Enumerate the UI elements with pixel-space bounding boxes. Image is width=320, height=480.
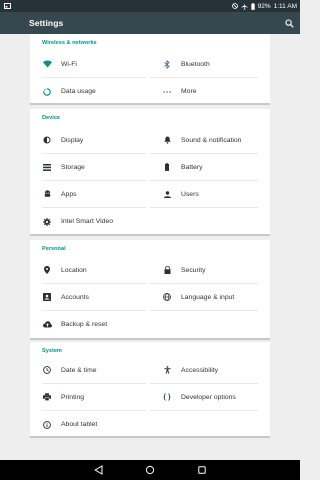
settings-item-label: Data usage <box>61 88 96 95</box>
account-box-icon <box>42 292 52 302</box>
settings-item-label: Language & input <box>181 293 235 301</box>
more-icon <box>162 87 172 97</box>
settings-item-label: Apps <box>61 190 77 198</box>
settings-item-backup[interactable]: Backup & reset <box>30 311 146 338</box>
settings-item-label: Intel Smart Video <box>61 218 114 225</box>
accessibility-icon <box>162 365 172 375</box>
settings-item-label: More <box>181 88 197 95</box>
settings-item-language[interactable]: Language & input <box>150 284 258 311</box>
section-title: Wireless & networks <box>42 40 97 46</box>
home-button[interactable] <box>144 464 156 476</box>
wifi-icon <box>42 59 52 69</box>
settings-item-label: Battery <box>181 163 203 171</box>
settings-item-label: Users <box>181 190 199 198</box>
settings-item-label: About tablet <box>61 421 98 428</box>
battery-icon <box>162 162 172 172</box>
settings-item-bluetooth[interactable]: Bluetooth <box>150 51 258 78</box>
section-system: System Date & time Accessibility Printin… <box>30 342 270 438</box>
section-personal: Personal Location Security Accounts Lang… <box>30 240 270 340</box>
section-title: Device <box>42 115 61 121</box>
settings-item-apps[interactable]: Apps <box>42 181 146 208</box>
app-bar: Settings <box>0 12 300 34</box>
storage-icon <box>42 162 52 172</box>
android-icon <box>42 189 52 199</box>
bell-icon <box>162 135 172 145</box>
settings-item-more[interactable]: More <box>150 78 270 105</box>
settings-item-location[interactable]: Location <box>42 257 146 284</box>
settings-item-printing[interactable]: Printing <box>42 384 146 411</box>
gear-icon <box>42 217 52 227</box>
settings-item-label: Accessibility <box>181 366 219 374</box>
screenshot-notification-icon <box>4 3 11 9</box>
clock-icon <box>42 365 52 375</box>
settings-item-label: Wi‑Fi <box>61 60 77 68</box>
settings-item-accessibility[interactable]: Accessibility <box>150 357 258 384</box>
settings-item-wifi[interactable]: Wi‑Fi <box>42 51 146 78</box>
settings-item-sound[interactable]: Sound & notification <box>150 127 258 154</box>
airplane-mode-icon <box>241 3 248 10</box>
settings-item-label: Location <box>61 266 87 274</box>
battery-percentage: 92% <box>257 2 271 10</box>
display-brightness-icon <box>42 135 52 145</box>
settings-item-label: Developer options <box>181 393 236 401</box>
home-circle-icon <box>145 465 155 475</box>
settings-item-label: Date & time <box>61 366 97 374</box>
settings-item-label: Security <box>181 266 206 274</box>
settings-item-data-usage[interactable]: Data usage <box>30 78 146 105</box>
back-triangle-icon <box>93 465 102 475</box>
settings-item-display[interactable]: Display <box>42 127 146 154</box>
settings-item-storage[interactable]: Storage <box>42 154 146 181</box>
recents-button[interactable] <box>196 464 208 476</box>
clock: 1:11 AM <box>273 2 297 10</box>
info-icon <box>42 420 52 430</box>
settings-item-battery[interactable]: Battery <box>150 154 258 181</box>
recents-square-icon <box>198 466 206 474</box>
status-bar: 92% 1:11 AM <box>0 0 300 12</box>
settings-list: Wireless & networks Wi‑Fi Bluetooth Data… <box>0 34 300 460</box>
settings-item-about-tablet[interactable]: About tablet <box>30 411 146 438</box>
section-title: System <box>42 348 62 354</box>
section-wireless: Wireless & networks Wi‑Fi Bluetooth Data… <box>30 34 270 105</box>
settings-item-label: Sound & notification <box>181 136 242 144</box>
settings-item-label: Storage <box>61 163 85 171</box>
location-pin-icon <box>42 265 52 275</box>
settings-item-label: Accounts <box>61 293 89 301</box>
person-icon <box>162 189 172 199</box>
settings-item-date-time[interactable]: Date & time <box>42 357 146 384</box>
search-icon[interactable] <box>285 18 294 28</box>
settings-item-intel-smart-video[interactable]: Intel Smart Video <box>30 208 146 235</box>
settings-item-label: Backup & reset <box>61 321 108 328</box>
settings-item-accounts[interactable]: Accounts <box>42 284 146 311</box>
battery-icon <box>250 2 255 10</box>
page-title: Settings <box>29 18 64 28</box>
do-not-disturb-icon <box>231 3 238 9</box>
navigation-bar <box>0 460 300 480</box>
settings-item-label: Display <box>61 136 84 144</box>
back-button[interactable] <box>92 464 104 476</box>
settings-item-developer-options[interactable]: Developer options <box>150 384 258 411</box>
section-device: Device Display Sound & notification Stor… <box>30 109 270 236</box>
printer-icon <box>42 392 52 402</box>
cloud-upload-icon <box>42 320 52 330</box>
settings-item-security[interactable]: Security <box>150 257 258 284</box>
settings-item-label: Bluetooth <box>181 60 210 68</box>
lock-icon <box>162 265 172 275</box>
data-usage-icon <box>42 87 52 97</box>
settings-item-users[interactable]: Users <box>150 181 258 208</box>
settings-item-label: Printing <box>61 393 85 401</box>
bluetooth-icon <box>162 59 172 69</box>
section-title: Personal <box>42 246 66 252</box>
code-braces-icon <box>162 392 172 402</box>
globe-icon <box>162 292 172 302</box>
